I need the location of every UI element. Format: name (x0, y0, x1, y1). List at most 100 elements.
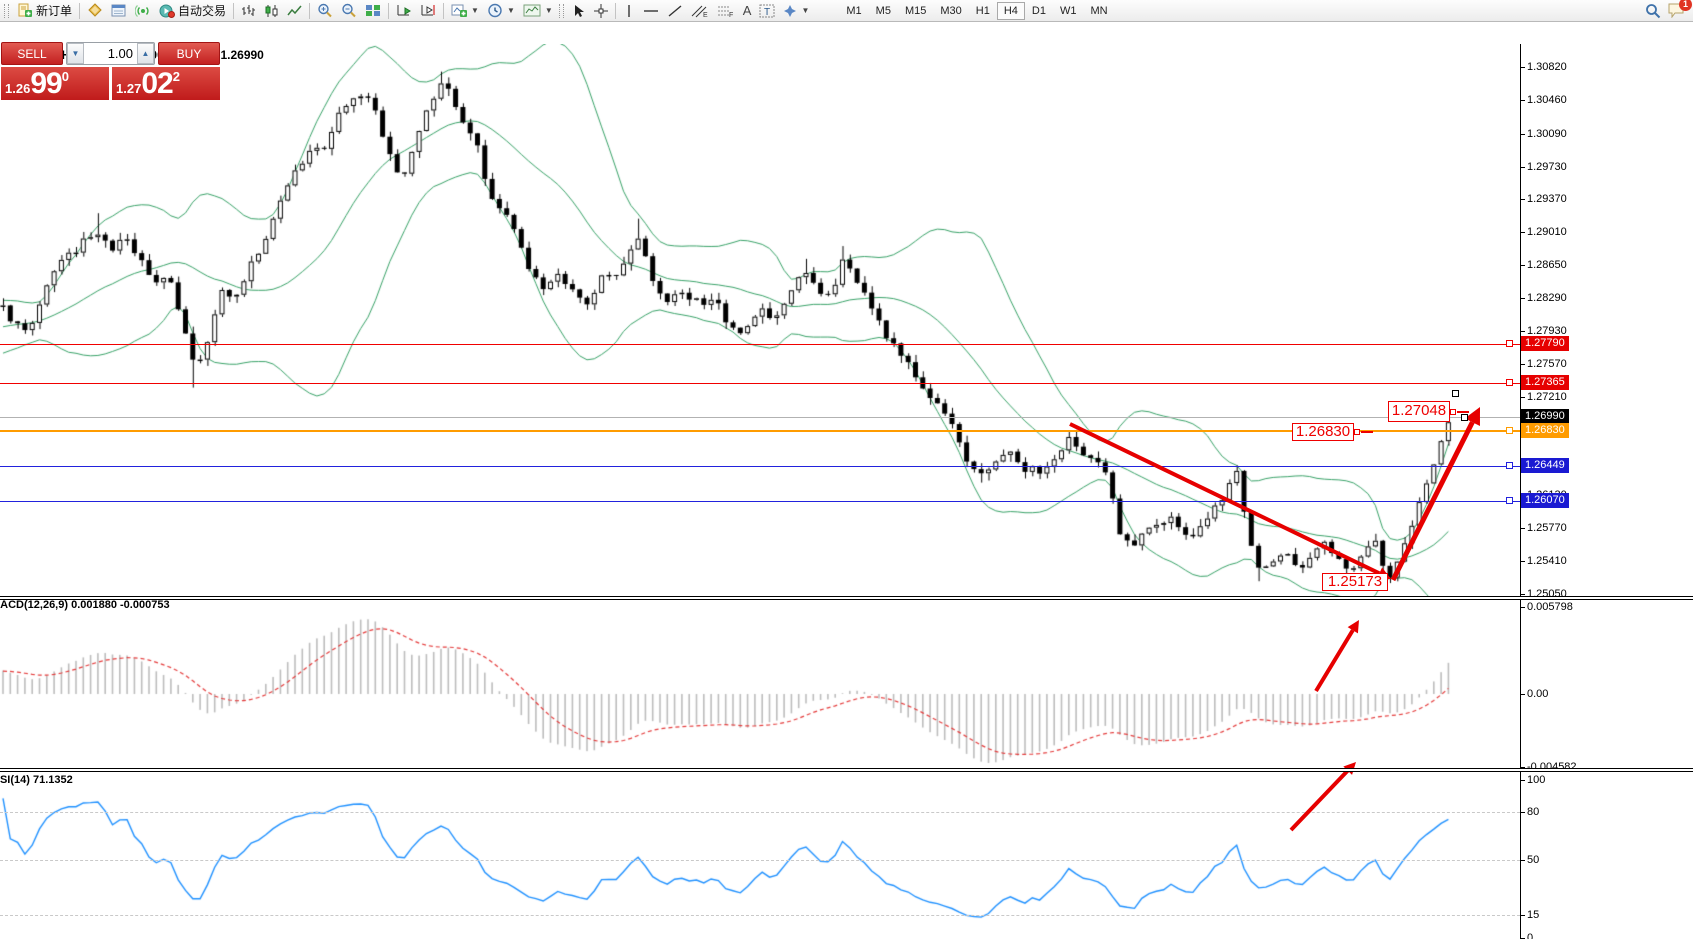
line-chart-button[interactable] (283, 1, 306, 21)
new-chart-button[interactable]: ▼ (447, 1, 483, 21)
bar-chart-icon (241, 4, 256, 18)
bar-chart-button[interactable] (237, 1, 260, 21)
toolbar-separator (615, 3, 616, 19)
trend-arrows-layer[interactable] (0, 44, 1520, 939)
one-click-trading-panel: SELL ▼ ▲ BUY 1.26 99 0 1.27 02 2 (1, 42, 220, 100)
sell-price-display[interactable]: 1.26 99 0 (1, 67, 109, 100)
chart-shift-button[interactable] (416, 1, 440, 21)
new-order-button[interactable]: 新订单 (13, 1, 76, 21)
trendline-button[interactable] (663, 1, 687, 21)
tile-windows-button[interactable] (361, 1, 385, 21)
buy-button[interactable]: BUY (158, 42, 220, 65)
auto-scroll-button[interactable] (392, 1, 416, 21)
annotation-anchor[interactable] (1450, 409, 1456, 415)
axis-tick (1520, 67, 1525, 68)
sell-price-base: 1.26 (5, 81, 30, 99)
rsi-tick-label: 0 (1527, 932, 1533, 939)
cursor-button[interactable] (568, 1, 590, 21)
crosshair-button[interactable] (590, 1, 612, 21)
zoom-out-button[interactable] (337, 1, 361, 21)
tile-windows-icon (365, 3, 381, 18)
axis-tick (1520, 364, 1525, 365)
axis-tick (1520, 915, 1525, 916)
timeframe-h4[interactable]: H4 (997, 2, 1025, 20)
svg-text:E: E (703, 12, 708, 18)
timeframe-d1[interactable]: D1 (1025, 2, 1053, 20)
toolbar-separator (79, 3, 80, 19)
timeframe-m1[interactable]: M1 (839, 2, 868, 20)
svg-text:T: T (764, 7, 770, 18)
text-button[interactable]: A (739, 1, 756, 21)
trend-arrow[interactable] (1393, 407, 1480, 580)
template-button[interactable]: ▼ (519, 1, 557, 21)
timeframe-m15[interactable]: M15 (898, 2, 933, 20)
arrows-button[interactable]: ▼ (779, 1, 813, 21)
toolbar-separator (443, 3, 444, 19)
search-icon[interactable] (1645, 3, 1661, 19)
macd-pane-splitter[interactable] (0, 596, 1693, 600)
buy-price-display[interactable]: 1.27 02 2 (112, 67, 220, 100)
axis-tick (1520, 331, 1525, 332)
price-axis-border (1520, 44, 1521, 939)
trend-arrow[interactable] (1070, 424, 1391, 579)
trend-arrow[interactable] (1291, 762, 1356, 830)
annotation-anchor[interactable] (1354, 429, 1360, 435)
arrows-tool-icon (783, 4, 797, 18)
toolbar-separator (388, 3, 389, 19)
period-button[interactable]: ▼ (483, 1, 519, 21)
timeframe-w1[interactable]: W1 (1053, 2, 1084, 20)
data-window-button[interactable] (107, 1, 131, 21)
timeframe-m30[interactable]: M30 (933, 2, 968, 20)
zoom-in-button[interactable] (313, 1, 337, 21)
text-tool-icon: A (743, 3, 752, 18)
signals-button[interactable] (131, 1, 155, 21)
sell-price-pips: 99 (30, 69, 61, 99)
volume-increase-button[interactable]: ▲ (137, 43, 154, 64)
notifications-button[interactable]: 1 (1667, 2, 1687, 19)
timeframe-h1[interactable]: H1 (969, 2, 997, 20)
market-watch-button[interactable] (83, 1, 107, 21)
rsi-tick-label: 50 (1527, 854, 1539, 866)
timeframe-mn[interactable]: MN (1083, 2, 1114, 20)
selection-handle[interactable] (1461, 414, 1468, 421)
equidistant-channel-button[interactable]: E (687, 1, 713, 21)
annotation-connector (1457, 411, 1469, 413)
trend-arrow[interactable] (1316, 620, 1359, 691)
dropdown-caret-icon: ▼ (801, 6, 809, 15)
axis-tick (1520, 100, 1525, 101)
timeframe-m5[interactable]: M5 (869, 2, 898, 20)
svg-text:F: F (729, 12, 733, 18)
period-clock-icon (487, 3, 503, 18)
axis-tick (1520, 232, 1525, 233)
price-annotation-1.27048[interactable]: 1.27048 (1388, 401, 1450, 422)
rsi-tick-label: 80 (1527, 806, 1539, 818)
text-label-button[interactable]: T (755, 1, 779, 21)
price-tick-label: 1.30820 (1527, 61, 1567, 73)
volume-input[interactable] (84, 43, 137, 64)
trendline-icon (667, 4, 683, 18)
toolbar-grip[interactable] (559, 4, 564, 18)
horizontal-line-button[interactable] (639, 1, 663, 21)
volume-decrease-button[interactable]: ▼ (67, 43, 84, 64)
candlestick-chart-button[interactable] (260, 1, 283, 21)
price-tick-label: 1.25770 (1527, 522, 1567, 534)
level-price-label: 1.26449 (1521, 458, 1569, 473)
buy-price-pips: 02 (141, 69, 172, 99)
price-annotation-1.26830[interactable]: 1.26830 (1292, 423, 1354, 441)
price-annotation-1.25173[interactable]: 1.25173 (1322, 573, 1388, 591)
price-tick-label: 1.28290 (1527, 292, 1567, 304)
sell-button[interactable]: SELL (1, 42, 63, 65)
channel-icon: E (691, 4, 709, 18)
autotrading-button[interactable]: 自动交易 (155, 1, 230, 21)
selection-handle[interactable] (1452, 390, 1459, 397)
price-tick-label: 1.30090 (1527, 128, 1567, 140)
rsi-tick-label: 100 (1527, 774, 1545, 786)
vertical-line-button[interactable] (619, 1, 639, 21)
text-label-icon: T (759, 4, 775, 18)
axis-tick (1520, 594, 1525, 595)
fibonacci-button[interactable]: F (713, 1, 739, 21)
axis-tick (1520, 167, 1525, 168)
rsi-pane-splitter[interactable] (0, 768, 1693, 772)
axis-tick (1520, 397, 1525, 398)
toolbar-grip[interactable] (4, 4, 9, 18)
